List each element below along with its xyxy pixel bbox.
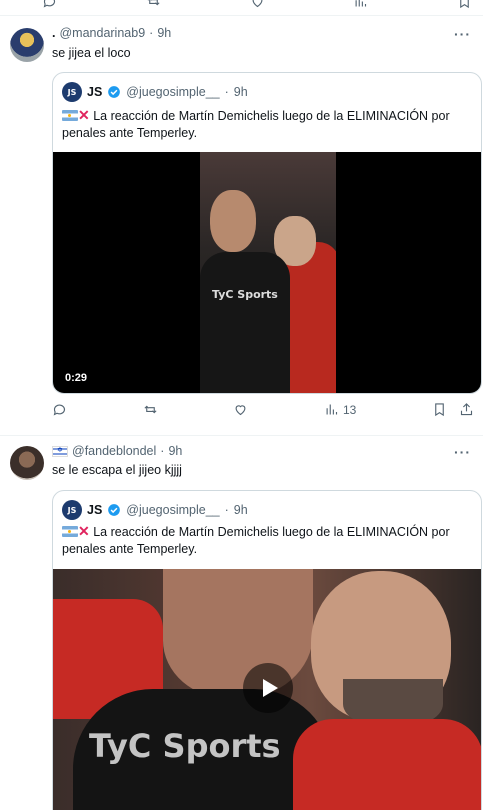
tweet-actions: 13 xyxy=(52,402,482,417)
like-icon[interactable] xyxy=(250,0,265,9)
separator-dot: · xyxy=(160,444,165,458)
person-right-jacket xyxy=(293,719,481,810)
like-icon[interactable] xyxy=(233,402,248,417)
video-frame: TyC Sports xyxy=(200,152,336,393)
video-duration: 0:29 xyxy=(65,372,88,384)
quote-display-name[interactable]: JS xyxy=(87,85,102,99)
separator-dot: · xyxy=(224,503,229,517)
bookmark-icon[interactable] xyxy=(432,402,447,417)
tweet-text: se jijea el loco xyxy=(52,46,131,60)
video-player[interactable]: TyC Sports xyxy=(53,569,481,810)
avatar[interactable] xyxy=(10,446,44,480)
more-icon[interactable]: ··· xyxy=(454,26,471,42)
quoted-tweet[interactable]: JS JS @juegosimple__ · 9h ✕ La reacción … xyxy=(52,72,482,394)
quote-header: JS JS @juegosimple__ · 9h xyxy=(62,82,248,102)
quote-text-content: La reacción de Martín Demichelis luego d… xyxy=(62,109,450,140)
video-watermark: TyC Sports xyxy=(89,727,281,765)
person-head-front xyxy=(210,190,256,252)
star-of-david: ✡ xyxy=(57,446,63,454)
quote-timestamp[interactable]: 9h xyxy=(234,85,248,99)
quote-header: JS JS @juegosimple__ · 9h xyxy=(62,500,248,520)
separator-dot: · xyxy=(149,26,154,40)
tweet-text: se le escapa el jijeo kjjjj xyxy=(52,463,182,477)
video-watermark: TyC Sports xyxy=(212,288,278,301)
person-body-front xyxy=(200,252,290,393)
quote-display-name[interactable]: JS xyxy=(87,503,102,517)
quote-text-content: La reacción de Martín Demichelis luego d… xyxy=(62,525,450,556)
quote-handle[interactable]: @juegosimple__ xyxy=(126,503,219,517)
flag-argentina-icon xyxy=(62,526,78,537)
views-icon[interactable] xyxy=(353,0,368,9)
retweet-icon[interactable] xyxy=(146,0,161,9)
views-button[interactable]: 13 xyxy=(324,402,356,417)
quote-avatar[interactable]: JS xyxy=(62,500,82,520)
video-player[interactable]: TyC Sports 0:29 xyxy=(53,152,481,393)
bookmark-icon[interactable] xyxy=(457,0,472,9)
display-name[interactable]: . xyxy=(52,26,55,40)
verified-icon xyxy=(108,504,121,516)
avatar[interactable] xyxy=(10,28,44,62)
tweet-header: . @mandarinab9 · 9h xyxy=(52,26,171,40)
timestamp[interactable]: 9h xyxy=(157,26,171,40)
previous-tweet-actions xyxy=(0,0,483,16)
retweet-icon[interactable] xyxy=(143,402,158,417)
views-count: 13 xyxy=(342,402,357,417)
quote-timestamp[interactable]: 9h xyxy=(234,503,248,517)
views-icon xyxy=(326,404,338,415)
flag-argentina-icon xyxy=(62,110,78,121)
tweet[interactable]: . @mandarinab9 · 9h ··· se jijea el loco… xyxy=(0,16,483,436)
handle[interactable]: @mandarinab9 xyxy=(59,26,145,40)
more-icon[interactable]: ··· xyxy=(454,444,471,460)
timestamp[interactable]: 9h xyxy=(168,444,182,458)
tweet[interactable]: ✡ @fandeblondel · 9h ··· se le escapa el… xyxy=(0,436,483,810)
share-icon[interactable] xyxy=(459,402,474,417)
reply-icon[interactable] xyxy=(52,402,67,417)
verified-icon xyxy=(108,86,121,98)
quote-avatar[interactable]: JS xyxy=(62,82,82,102)
reply-icon[interactable] xyxy=(42,0,57,9)
play-icon[interactable] xyxy=(243,663,293,713)
handle[interactable]: @fandeblondel xyxy=(72,444,156,458)
quote-text: ✕ La reacción de Martín Demichelis luego… xyxy=(62,523,469,558)
tweet-header: ✡ @fandeblondel · 9h xyxy=(52,444,182,458)
x-mark-icon: ✕ xyxy=(78,523,90,539)
quoted-tweet[interactable]: JS JS @juegosimple__ · 9h ✕ La reacción … xyxy=(52,490,482,810)
action-group-right xyxy=(432,402,474,417)
quote-handle[interactable]: @juegosimple__ xyxy=(126,85,219,99)
separator-dot: · xyxy=(224,85,229,99)
flag-israel-icon: ✡ xyxy=(52,445,68,457)
x-mark-icon: ✕ xyxy=(78,107,90,123)
quote-text: ✕ La reacción de Martín Demichelis luego… xyxy=(62,107,469,142)
